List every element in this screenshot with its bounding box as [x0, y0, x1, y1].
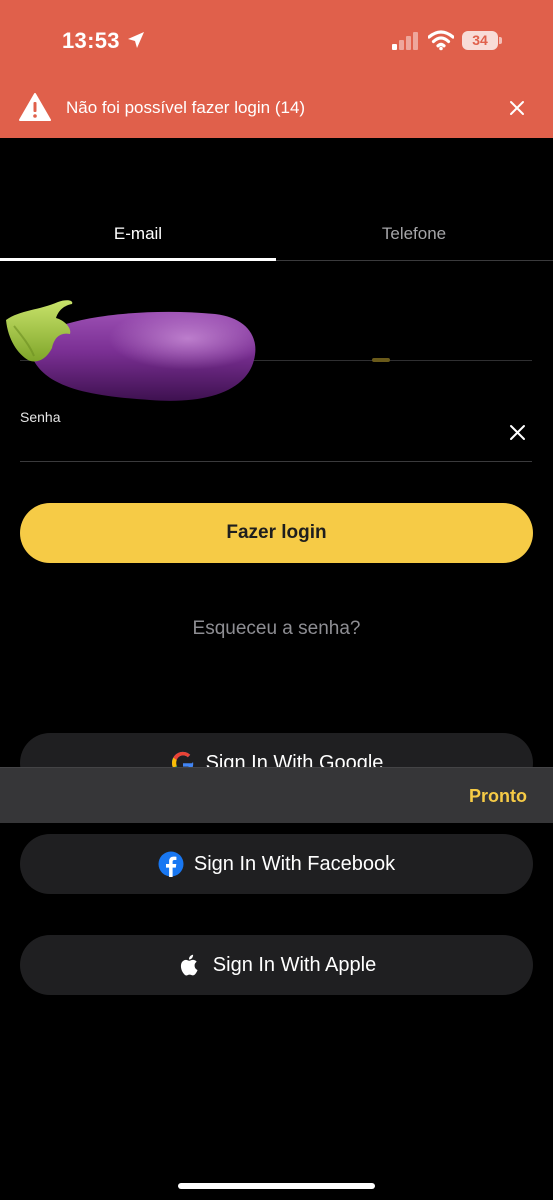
password-underline	[20, 461, 532, 462]
tab-phone[interactable]: Telefone	[276, 224, 552, 244]
eggplant-emoji-icon	[6, 300, 256, 401]
wifi-icon	[428, 30, 454, 51]
battery-tip	[499, 37, 502, 44]
facebook-icon	[158, 851, 184, 877]
status-time: 13:53	[62, 28, 120, 53]
done-button[interactable]: Pronto	[469, 786, 527, 807]
login-button[interactable]: Fazer login	[20, 503, 533, 563]
location-arrow-icon	[128, 32, 144, 48]
forgot-password-link[interactable]: Esqueceu a senha?	[0, 618, 553, 640]
password-input[interactable]	[20, 420, 490, 456]
warning-icon	[19, 93, 51, 121]
tab-email[interactable]: E-mail	[0, 224, 276, 244]
tab-active-indicator	[0, 258, 276, 261]
email-cursor	[372, 358, 390, 362]
facebook-signin-label: Sign In With Facebook	[193, 852, 396, 875]
apple-signin-label: Sign In With Apple	[212, 953, 377, 976]
apple-icon	[180, 954, 198, 976]
battery-icon: 34	[462, 31, 498, 50]
cellular-signal-icon	[392, 32, 418, 50]
clear-icon[interactable]	[509, 424, 526, 441]
home-indicator[interactable]	[178, 1183, 375, 1189]
battery-level: 34	[472, 32, 488, 48]
close-icon[interactable]	[508, 99, 526, 117]
banner-message: Não foi possível fazer login (14)	[66, 98, 306, 117]
keyboard-accessory-bar: Pronto	[0, 767, 553, 823]
error-banner-area: 13:53 34 Não foi possível fazer login (1…	[0, 0, 553, 138]
apple-signin-button[interactable]: Sign In With Apple	[20, 935, 533, 995]
facebook-signin-button[interactable]: Sign In With Facebook	[20, 834, 533, 894]
